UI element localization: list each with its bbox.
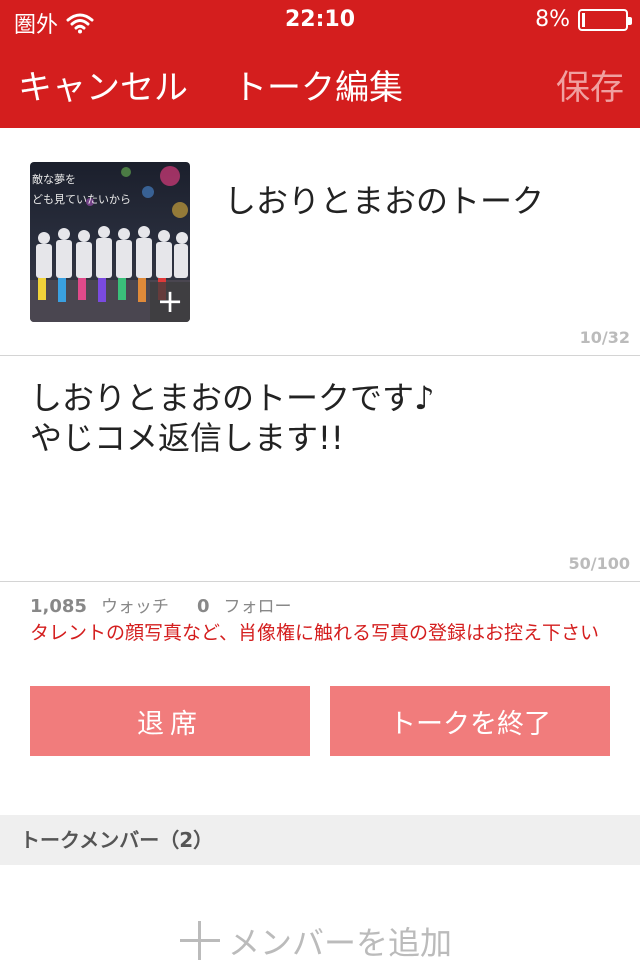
nav-bar: キャンセル トーク編集 保存 [0, 40, 640, 128]
portrait-rights-warning: タレントの顔写真など、肖像権に触れる写真の登録はお控え下さい [30, 622, 600, 644]
members-section-header: トークメンバー（2） [0, 815, 640, 865]
plus-icon[interactable]: + [150, 282, 190, 322]
end-talk-button[interactable]: トークを終了 [330, 686, 610, 756]
talk-description-section[interactable]: しおりとまおのトークです♪ やじコメ返信します!! 50/100 [0, 356, 640, 582]
watch-count: 1,085 [30, 596, 87, 617]
battery-percent: 8% [535, 7, 570, 32]
add-member-label: メンバーを追加 [228, 924, 453, 960]
description-char-count: 50/100 [568, 554, 630, 573]
battery-fill [582, 12, 585, 27]
follow-count: 0 [196, 596, 210, 617]
battery-icon [578, 8, 632, 31]
talk-thumbnail[interactable]: 敵な夢を ども見ていたいから + [30, 162, 190, 322]
status-bar: 圏外 22:10 8% [0, 0, 640, 40]
page-title: トーク編集 [233, 68, 403, 108]
add-member-button[interactable]: メンバーを追加 [180, 918, 452, 960]
plus-icon [180, 921, 220, 960]
watch-label: ウォッチ [100, 597, 169, 617]
cancel-button[interactable]: キャンセル [18, 60, 188, 109]
description-line-2: やじコメ返信します!! [30, 419, 344, 457]
follow-label: フォロー [223, 597, 292, 617]
talk-description-field[interactable]: しおりとまおのトークです♪ やじコメ返信します!! [30, 378, 434, 458]
save-button[interactable]: 保存 [556, 60, 624, 109]
leave-talk-button[interactable]: 退席 [30, 686, 310, 756]
header: 圏外 22:10 8% キャンセル トーク編集 保存 [0, 0, 640, 128]
talk-stats: 1,085 ウォッチ 0 フォロー [30, 592, 291, 617]
talk-name-field[interactable]: しおりとまおのトーク [224, 176, 544, 222]
thumbnail-caption: 敵な夢を ども見ていたいから [32, 173, 131, 206]
talk-title-section: 敵な夢を ども見ていたいから + しおりとまおのトーク 10/32 [0, 128, 640, 356]
name-char-count: 10/32 [579, 328, 630, 347]
battery-group: 8% [535, 7, 632, 32]
description-line-1: しおりとまおのトークです♪ [30, 379, 435, 417]
